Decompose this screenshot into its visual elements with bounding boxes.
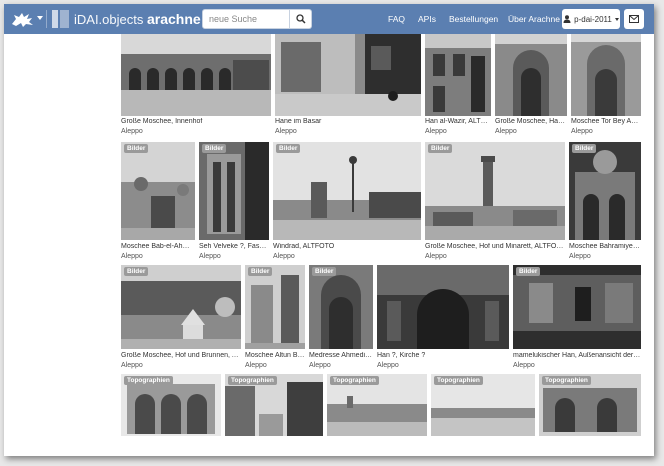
user-name: p-dai-2011 <box>574 14 612 24</box>
result-title[interactable]: Moschee Bab-el-Ahma... <box>121 243 195 250</box>
result-place: Aleppo <box>425 128 447 135</box>
result-place: Aleppo <box>569 253 591 260</box>
result-title[interactable]: Han al-Wazir, ALTFO... <box>425 118 491 125</box>
result-thumbnail[interactable]: Bilder <box>245 265 305 349</box>
result-place: Aleppo <box>425 253 447 260</box>
result-title[interactable]: Große Moschee, Hof und Brunnen, ALTF... <box>121 352 241 359</box>
search-icon <box>295 14 306 24</box>
type-badge: Bilder <box>276 144 301 153</box>
result-title[interactable]: Moschee Tor Bey Adl... <box>571 118 641 125</box>
type-badge: Topographien <box>330 376 379 385</box>
result-thumbnail[interactable]: Bilder <box>425 142 565 240</box>
result-thumbnail[interactable] <box>571 34 641 116</box>
app-title[interactable]: iDAI.objects arachne <box>74 11 201 27</box>
type-badge: Bilder <box>572 144 597 153</box>
result-title[interactable]: Große Moschee, Innenhof <box>121 118 271 125</box>
result-title[interactable]: Seh Velveke ?, Fassad... <box>199 243 269 250</box>
result-title[interactable]: mamelukischer Han, Außenansicht der Fas.… <box>513 352 641 359</box>
result-place: Aleppo <box>571 128 593 135</box>
user-menu-button[interactable]: p-dai-2011 <box>562 9 620 29</box>
result-thumbnail[interactable] <box>425 34 491 116</box>
type-badge: Topographien <box>542 376 591 385</box>
result-place: Aleppo <box>121 128 143 135</box>
result-title[interactable]: Große Moschee, Hof und Minarett, ALTFOTO <box>425 243 565 250</box>
search-input[interactable] <box>202 9 290 29</box>
result-thumbnail[interactable]: Bilder <box>513 265 641 349</box>
result-thumbnail[interactable]: Topographien <box>121 374 221 444</box>
result-place: Aleppo <box>377 362 399 369</box>
browser-frame: iDAI.objects arachne FAQ APIs Bestellung… <box>4 4 654 456</box>
nav-link-faq[interactable]: FAQ <box>388 14 405 24</box>
type-badge: Bilder <box>124 144 149 153</box>
type-badge: Bilder <box>516 267 541 276</box>
type-badge: Topographien <box>228 376 277 385</box>
brand-dropdown-caret-icon[interactable] <box>37 16 43 20</box>
nav-link-ueber-arachne[interactable]: Über Arachne <box>508 14 560 24</box>
result-place: Aleppo <box>199 253 221 260</box>
type-badge: Bilder <box>124 267 149 276</box>
arachne-logo-icon[interactable] <box>52 10 70 28</box>
left-sidebar <box>4 34 116 456</box>
result-title[interactable]: Moschee Bahramiye,M... <box>569 243 641 250</box>
type-badge: Bilder <box>248 267 273 276</box>
result-thumbnail[interactable]: Bilder <box>121 142 195 240</box>
result-thumbnail[interactable]: Bilder <box>199 142 269 240</box>
result-thumbnail[interactable]: Bilder <box>309 265 373 349</box>
nav-link-apis[interactable]: APIs <box>418 14 436 24</box>
type-badge: Topographien <box>434 376 483 385</box>
result-title[interactable]: Hane im Basar <box>275 118 421 125</box>
user-icon <box>563 15 571 23</box>
messages-button[interactable] <box>624 9 644 29</box>
result-place: Aleppo <box>495 128 517 135</box>
result-thumbnail[interactable] <box>495 34 567 116</box>
result-thumbnail[interactable]: Topographien <box>431 374 535 444</box>
result-title[interactable]: Medresse Ahmediy... <box>309 352 373 359</box>
result-place: Aleppo <box>121 362 143 369</box>
navbar: iDAI.objects arachne FAQ APIs Bestellung… <box>4 4 654 34</box>
result-place: Aleppo <box>309 362 331 369</box>
result-thumbnail[interactable]: Topographien <box>539 374 641 444</box>
result-thumbnail[interactable]: Topographien <box>225 374 323 444</box>
type-badge: Bilder <box>202 144 227 153</box>
result-thumbnail[interactable] <box>275 34 421 116</box>
result-thumbnail[interactable]: Topographien <box>327 374 427 444</box>
result-place: Aleppo <box>245 362 267 369</box>
result-title[interactable]: Windrad, ALTFOTO <box>273 243 421 250</box>
result-title[interactable]: Moschee Altun Bo... <box>245 352 305 359</box>
nav-link-bestellungen[interactable]: Bestellungen <box>449 14 498 24</box>
search-button[interactable] <box>290 9 312 29</box>
type-badge: Bilder <box>428 144 453 153</box>
type-badge: Bilder <box>312 267 337 276</box>
result-thumbnail[interactable] <box>377 265 509 349</box>
dai-griffin-logo-icon[interactable] <box>10 10 40 28</box>
type-badge: Topographien <box>124 376 173 385</box>
search-form <box>202 9 312 29</box>
result-place: Aleppo <box>513 362 535 369</box>
app-title-light: iDAI.objects <box>74 12 144 27</box>
result-thumbnail[interactable]: Bilder <box>273 142 421 240</box>
result-title[interactable]: Han ?, Kirche ? <box>377 352 509 359</box>
result-place: Aleppo <box>121 253 143 260</box>
result-place: Aleppo <box>273 253 295 260</box>
brand-divider <box>46 10 47 28</box>
user-caret-icon <box>614 17 619 21</box>
envelope-icon <box>629 15 639 23</box>
result-title[interactable]: Große Moschee, Haupt... <box>495 118 567 125</box>
result-thumbnail[interactable] <box>121 34 271 116</box>
result-place: Aleppo <box>275 128 297 135</box>
result-thumbnail[interactable]: Bilder <box>121 265 241 349</box>
result-thumbnail[interactable]: Bilder <box>569 142 641 240</box>
app-title-bold: arachne <box>147 11 201 27</box>
